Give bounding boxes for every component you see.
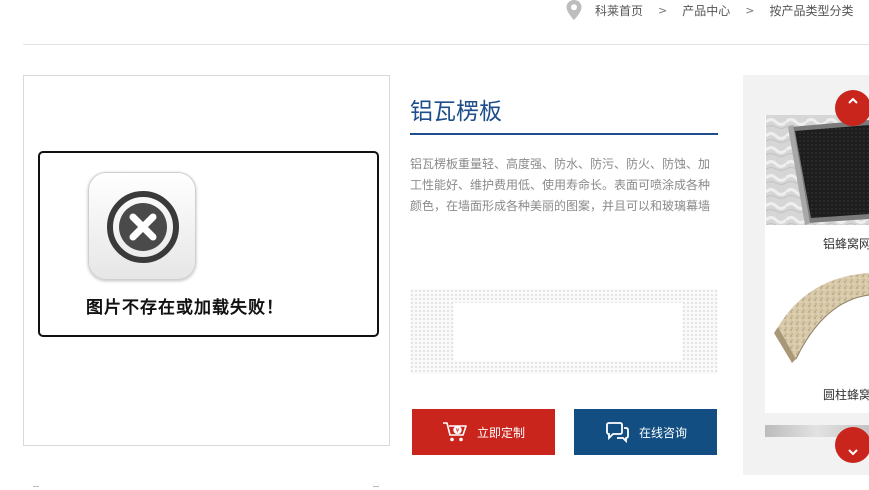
online-consult-label: 在线咨询 <box>638 425 687 440</box>
breadcrumb-home[interactable]: 科莱首页 <box>595 2 643 19</box>
divider-mark <box>373 486 379 490</box>
title-underline <box>410 133 718 135</box>
product-description: 铝瓦楞板重量轻、高度强、防水、防污、防火、防蚀、加工性能好、维护费用低、使用寿命… <box>410 157 711 213</box>
product-image-frame: 图片不存在或加载失败！ <box>23 75 390 446</box>
customize-now-button[interactable]: ¥ 立即定制 <box>412 409 555 455</box>
scroll-up-button[interactable] <box>835 90 869 126</box>
header-divider <box>23 44 869 45</box>
scroll-down-button[interactable] <box>835 427 869 463</box>
product-title: 铝瓦楞板 <box>410 99 502 125</box>
breadcrumb-separator: > <box>745 3 755 17</box>
related-product-label[interactable]: 铝蜂窝网 <box>823 235 869 252</box>
dotted-panel-inner <box>454 303 682 361</box>
cylinder-honeycomb-image <box>766 263 869 373</box>
breadcrumb-separator: > <box>658 3 668 17</box>
related-products-sidebar: 铝蜂窝网 圆柱蜂窝 <box>743 75 869 475</box>
broken-image-placeholder: 图片不存在或加载失败！ <box>38 151 379 337</box>
related-product-label[interactable]: 圆柱蜂窝 <box>823 386 869 403</box>
breadcrumb-products[interactable]: 产品中心 <box>682 2 730 19</box>
close-circle-icon <box>107 191 179 263</box>
related-product-card[interactable]: 铝蜂窝网 <box>765 115 869 265</box>
breadcrumb: 科莱首页 > 产品中心 > 按产品类型分类 <box>566 0 853 20</box>
breadcrumb-by-type[interactable]: 按产品类型分类 <box>769 2 853 19</box>
chevron-down-icon <box>848 449 858 456</box>
customize-now-label: 立即定制 <box>476 425 525 440</box>
svg-text:¥: ¥ <box>456 427 460 434</box>
image-error-text: 图片不存在或加载失败！ <box>86 298 284 318</box>
honeycomb-mesh-image <box>766 115 869 225</box>
chevron-up-icon <box>848 97 858 104</box>
chat-bubbles-icon <box>604 421 630 443</box>
shopping-cart-icon: ¥ <box>442 421 468 443</box>
related-product-card[interactable]: 圆柱蜂窝 <box>765 263 869 413</box>
online-consult-button[interactable]: 在线咨询 <box>574 409 717 455</box>
error-app-icon <box>88 172 196 280</box>
location-pin-icon <box>566 0 582 20</box>
dotted-panel <box>410 289 718 374</box>
divider-mark <box>33 486 39 490</box>
